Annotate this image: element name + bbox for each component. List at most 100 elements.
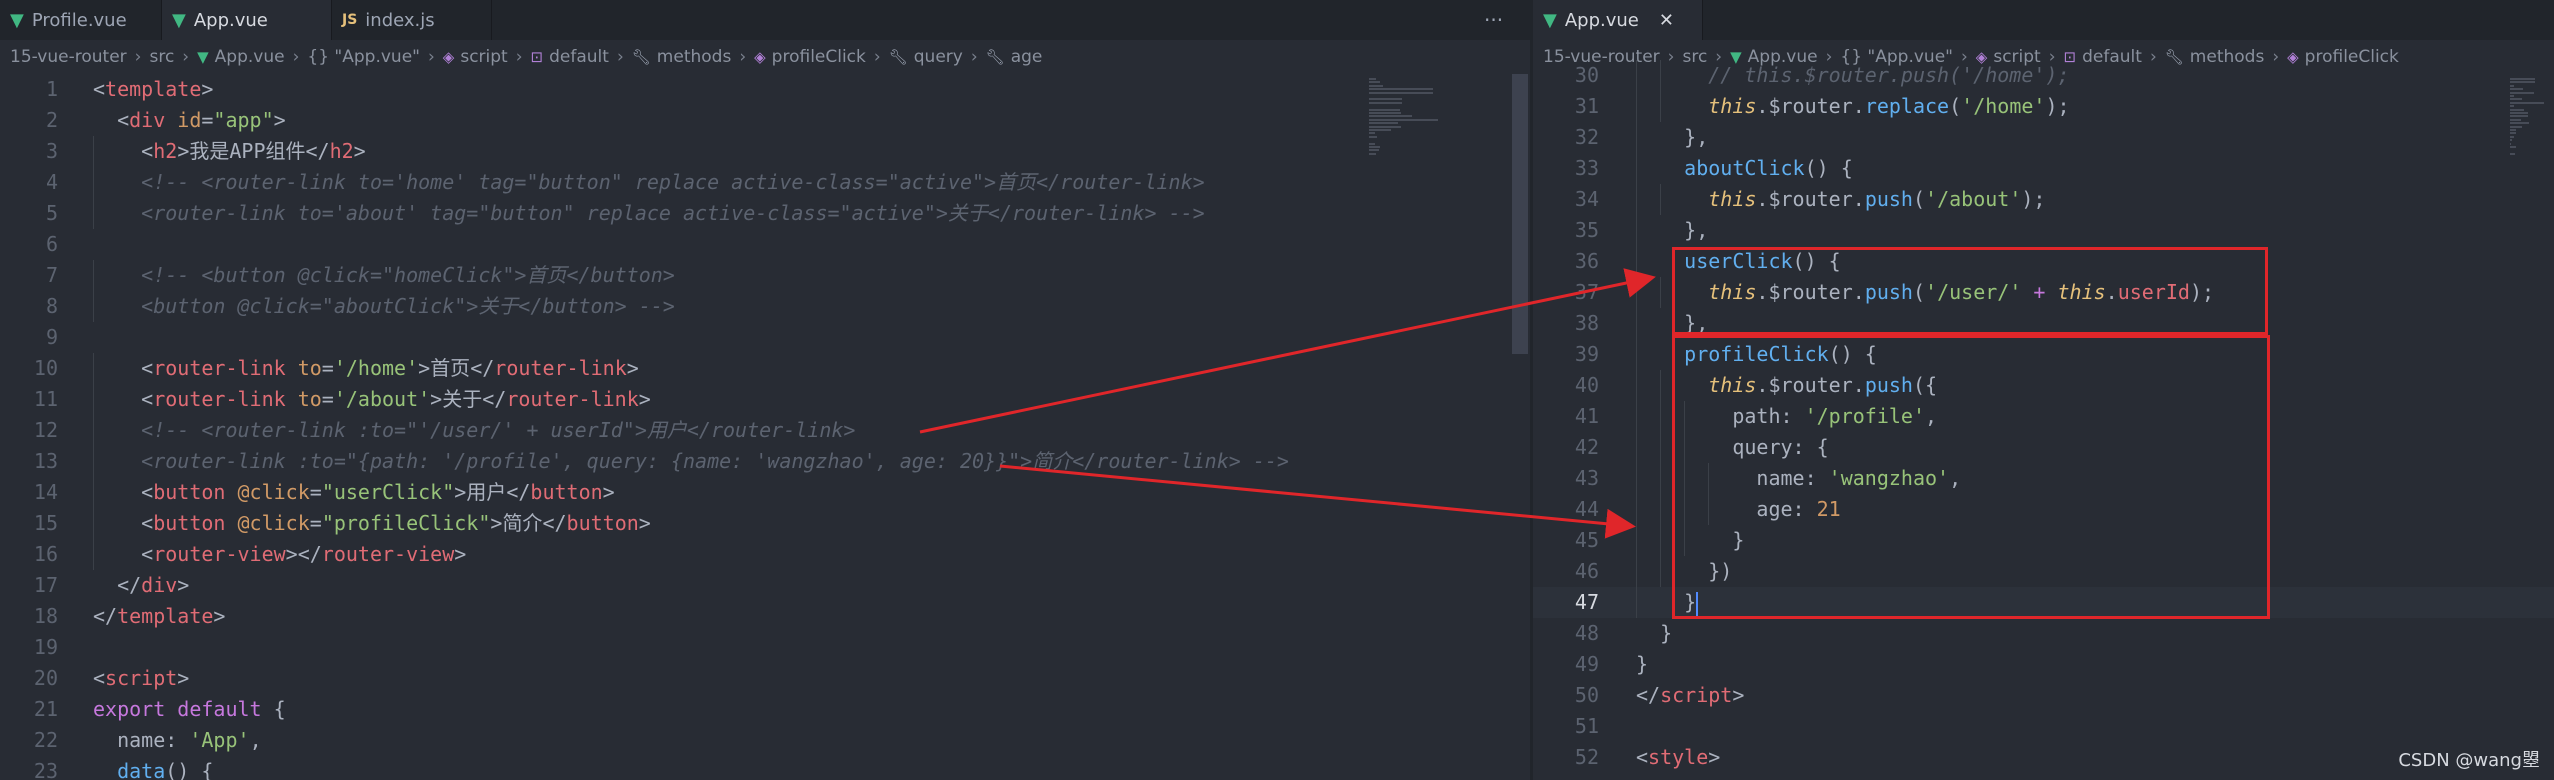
close-icon[interactable]: ✕ [1659,10,1674,31]
tab-index-js[interactable]: JS index.js [332,0,492,40]
code-line[interactable]: 42 query: { [1533,432,2554,463]
code-token: : [1804,466,1829,490]
code-line[interactable]: 35 }, [1533,215,2554,246]
code-line[interactable]: 20 <script> [0,663,1530,694]
code-line[interactable]: 33 aboutClick() { [1533,153,2554,184]
line-number: 22 [33,728,58,752]
code-line[interactable]: 45 } [1533,525,2554,556]
breadcrumb-item[interactable]: › {} "App.vue" [285,47,420,67]
minimap-line [2510,101,2544,104]
code-line[interactable]: 48 } [1533,618,2554,649]
chevron-right-icon: › [970,47,978,67]
scrollbar-thumb[interactable] [1512,74,1528,354]
code-token: '/user/' [1925,280,2022,304]
breadcrumb-item[interactable]: 15-vue-router [10,47,127,67]
code-line[interactable]: 19 [0,632,1530,663]
line-number: 7 [45,263,58,287]
line-number: 37 [1574,280,1599,304]
line-number: 46 [1574,559,1599,583]
code-line[interactable]: 51 [1533,711,2554,742]
vue-icon: ▼ [1543,9,1557,31]
more-actions-icon[interactable]: ··· [1484,0,1503,40]
code-line[interactable]: 30 // this.$router.push('/home'); [1533,60,2554,91]
code-line[interactable]: 23 data() { [0,756,1530,780]
code-line[interactable]: 40 this.$router.push({ [1533,370,2554,401]
code-token: = [201,108,214,132]
code-token: <button @click="aboutClick">关于</button> … [93,294,675,318]
code-text: <router-link :to="{path: '/profile', que… [93,446,1289,477]
breadcrumb-item[interactable]: › ◈ script [420,47,508,67]
code-line[interactable]: 14 <button @click="userClick">用户</button… [0,477,1530,508]
minimap-line [1369,112,1401,114]
code-token: > [353,139,366,163]
breadcrumb-item[interactable]: › ▼ App.vue [174,47,284,67]
code-line[interactable]: 12 <!-- <router-link :to="'/user/' + use… [0,415,1530,446]
code-line[interactable]: 1 <template> [0,74,1530,105]
code-token: > [1732,683,1745,707]
breadcrumb-item[interactable]: › ◈ profileClick [731,47,866,67]
breadcrumb-item[interactable]: › ⊡ default [508,47,609,67]
breadcrumb-item[interactable]: › 🔧︎ query [866,47,963,67]
code-token: path [1636,404,1781,428]
code-token: ( [1912,187,1926,211]
code-line[interactable]: 10 <router-link to='/home'>首页</router-li… [0,353,1530,384]
code-token: > [177,139,190,163]
code-line[interactable]: 17 </div> [0,570,1530,601]
code-token: = [309,511,322,535]
code-token: ); [2045,94,2070,118]
code-line[interactable]: 11 <router-link to='/about'>关于</router-l… [0,384,1530,415]
code-line[interactable]: 50 </script> [1533,680,2554,711]
code-line[interactable]: 49} [1533,649,2554,680]
code-line[interactable]: 15 <button @click="profileClick">简介</but… [0,508,1530,539]
code-token: > [201,77,214,101]
code-text: }, [1636,215,1708,246]
code-line[interactable]: 18 </template> [0,601,1530,632]
line-number: 5 [45,201,58,225]
code-line[interactable]: 16 <router-view></router-view> [0,539,1530,570]
code-token: : [165,728,190,752]
code-token: router-link [494,356,627,380]
code-line[interactable]: 8 <button @click="aboutClick">关于</button… [0,291,1530,322]
breadcrumb-item[interactable]: › 🔧︎ methods [609,47,731,67]
minimap[interactable] [1365,74,1455,780]
code-line[interactable]: 47 } [1533,587,2554,618]
code-line[interactable]: 32 }, [1533,122,2554,153]
code-line[interactable]: 31 this.$router.replace('/home'); [1533,91,2554,122]
code-line[interactable]: 7 <!-- <button @click="homeClick">首页</bu… [0,260,1530,291]
line-number: 38 [1574,311,1599,335]
tab-app-vue[interactable]: ▼ App.vue ✕ [1533,0,1703,40]
code-text: }, [1636,308,1708,339]
code-token: > [1708,745,1721,769]
code-line[interactable]: 43 name: 'wangzhao', [1533,463,2554,494]
code-line[interactable]: 9 [0,322,1530,353]
breadcrumb-item[interactable]: › 🔧︎ age [963,47,1043,67]
code-line[interactable]: 13 <router-link :to="{path: '/profile', … [0,446,1530,477]
minimap[interactable] [2506,74,2554,780]
minimap-line [2510,152,2515,155]
breadcrumb-item[interactable]: › src [127,47,175,67]
tab-profile-vue[interactable]: ▼ Profile.vue [0,0,162,40]
code-line[interactable]: 38 }, [1533,308,2554,339]
code-line[interactable]: 41 path: '/profile', [1533,401,2554,432]
line-number: 15 [33,511,58,535]
code-line[interactable]: 34 this.$router.push('/about'); [1533,184,2554,215]
code-line[interactable]: 37 this.$router.push('/user/' + this.use… [1533,277,2554,308]
code-editor[interactable]: 30 // this.$router.push('/home'); 31 this… [1533,60,2554,780]
code-line[interactable]: 36 userClick() { [1533,246,2554,277]
code-line[interactable]: 5 <router-link to='about' tag="button" r… [0,198,1530,229]
code-line[interactable]: 6 [0,229,1530,260]
tab-app-vue[interactable]: ▼ App.vue [162,0,332,40]
code-token: div [141,573,178,597]
code-line[interactable]: 21 export default { [0,694,1530,725]
code-line[interactable]: 22 name: 'App', [0,725,1530,756]
code-line[interactable]: 3 <h2>我是APP组件</h2> [0,136,1530,167]
minimap-line [2510,91,2534,94]
line-number: 48 [1574,621,1599,645]
code-editor[interactable]: 1 <template> 2 <div id="app"> 3 <h2>我是APP组件… [0,74,1530,780]
code-token: = [321,387,334,411]
code-line[interactable]: 46 }) [1533,556,2554,587]
code-line[interactable]: 2 <div id="app"> [0,105,1530,136]
code-line[interactable]: 4 <!-- <router-link to='home' tag="butto… [0,167,1530,198]
code-line[interactable]: 39 profileClick() { [1533,339,2554,370]
code-line[interactable]: 44 age: 21 [1533,494,2554,525]
